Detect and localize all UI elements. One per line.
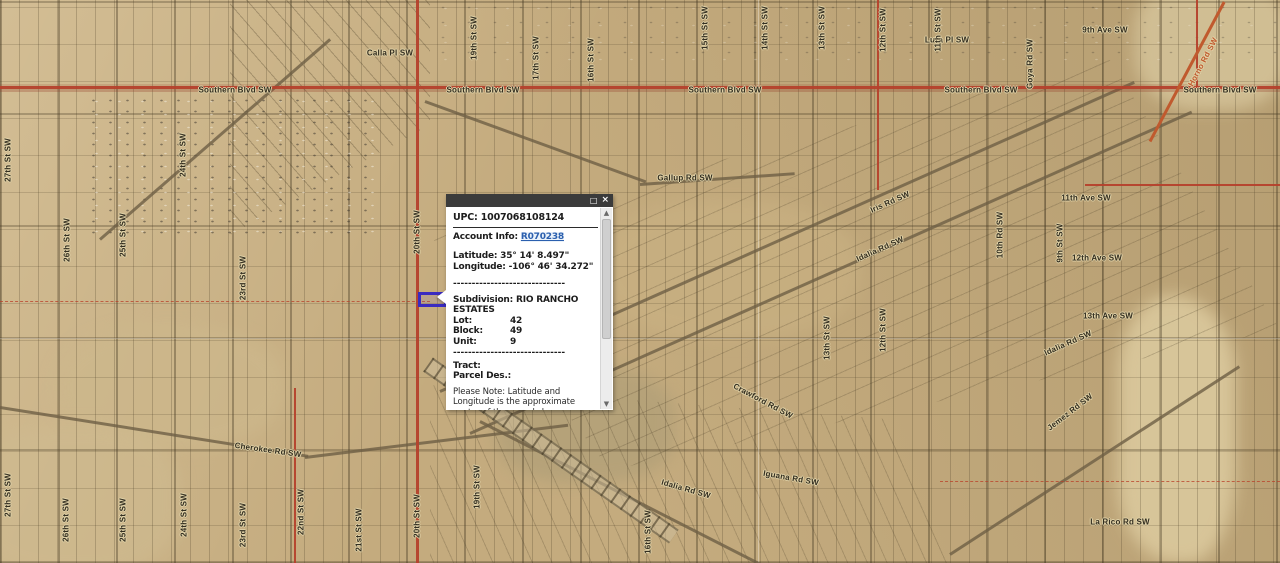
street-label: 17th St SW xyxy=(532,36,541,80)
street-label: Calla Pl SW xyxy=(367,49,413,58)
account-link[interactable]: R070238 xyxy=(521,232,564,242)
close-icon[interactable]: × xyxy=(601,196,609,205)
arterial-road xyxy=(416,0,419,563)
arterial-road xyxy=(1085,184,1280,186)
boundary-line xyxy=(294,388,296,563)
popup-body: UPC: 1007068108124 Account Info: R070238… xyxy=(446,207,613,410)
street-label: 21st St SW xyxy=(355,508,364,551)
street-label: 15th St SW xyxy=(701,6,710,50)
street-label: 25th St SW xyxy=(119,498,128,542)
latitude-value: Latitude: 35° 14' 8.497" xyxy=(453,251,598,262)
street-label: 10th Rd SW xyxy=(996,212,1005,258)
block-row: Block: 49 xyxy=(453,326,598,337)
street-label: 24th St SW xyxy=(179,133,188,177)
street-label: 19th St SW xyxy=(473,465,482,509)
street-label: 16th St SW xyxy=(587,38,596,82)
popup-note: Please Note: Latitude and Longitude is t… xyxy=(453,387,598,411)
street-label: 12th St SW xyxy=(879,308,888,352)
popup-titlebar[interactable]: □ × xyxy=(446,194,613,207)
account-info-label: Account Info: xyxy=(453,232,518,242)
street-label: 20th St SW xyxy=(413,210,422,254)
lot-label: Lot: xyxy=(453,316,510,327)
street-label: Gallup Rd SW xyxy=(657,174,712,183)
street-label: Southern Blvd SW xyxy=(945,86,1018,95)
street-label: 14th St SW xyxy=(761,6,770,50)
lot-row: Lot: 42 xyxy=(453,316,598,327)
street-label: 27th St SW xyxy=(4,138,13,182)
street-label: 27th St SW xyxy=(4,473,13,517)
street-label: La Rico Rd SW xyxy=(1090,518,1150,527)
street-label: Southern Blvd SW xyxy=(447,86,520,95)
street-label: Goya Rd SW xyxy=(1026,39,1035,89)
parcel-info-popup: □ × UPC: 1007068108124 Account Info: R07… xyxy=(446,194,613,410)
street-label: 13th Ave SW xyxy=(1083,312,1133,321)
section-line xyxy=(758,0,759,563)
street-label: 26th St SW xyxy=(62,498,71,542)
subdivision-value: Subdivision: RIO RANCHO ESTATES xyxy=(453,295,598,315)
scroll-up-icon[interactable]: ▲ xyxy=(601,208,612,218)
scroll-down-icon[interactable]: ▼ xyxy=(601,399,612,409)
street-label: 23rd St SW xyxy=(239,503,248,547)
unit-row: Unit: 9 xyxy=(453,337,598,348)
street-label: 13th St SW xyxy=(823,316,832,360)
tract-label: Tract: xyxy=(453,361,598,372)
street-label: 9th Ave SW xyxy=(1082,26,1127,35)
southern-blvd-road xyxy=(0,86,1280,89)
street-label: Southern Blvd SW xyxy=(199,86,272,95)
street-label: 12th Ave SW xyxy=(1072,254,1122,263)
unit-value: 9 xyxy=(510,337,516,348)
map[interactable]: □ × UPC: 1007068108124 Account Info: R07… xyxy=(0,0,1280,563)
lot-value: 42 xyxy=(510,316,522,327)
street-label: 25th St SW xyxy=(119,213,128,257)
popup-scrollbar[interactable]: ▲ ▼ xyxy=(600,208,612,409)
longitude-value: Longitude: -106° 46' 34.272" xyxy=(453,262,598,273)
street-label: 11th St SW xyxy=(934,8,943,51)
street-label: 9th St SW xyxy=(1056,223,1065,262)
block-value: 49 xyxy=(510,326,522,337)
street-label: 22nd St SW xyxy=(297,489,306,535)
popup-pointer xyxy=(437,290,446,304)
street-label: Lura Pl SW xyxy=(925,36,969,45)
upc-value: UPC: 1007068108124 xyxy=(453,213,598,224)
street-label: 26th St SW xyxy=(63,218,72,262)
building-specks xyxy=(430,0,1280,62)
boundary-dashed-line xyxy=(940,481,1280,482)
unit-label: Unit: xyxy=(453,337,510,348)
parcel-des-label: Parcel Des.: xyxy=(453,371,598,382)
dashed-separator: ------------------------------ xyxy=(453,348,598,359)
scrollbar-thumb[interactable] xyxy=(602,219,611,339)
street-label: 12th St SW xyxy=(879,8,888,52)
street-label: 20th St SW xyxy=(413,494,422,538)
street-label: 19th St SW xyxy=(470,16,479,60)
street-label: 11th Ave SW xyxy=(1061,194,1111,203)
street-label: 23rd St SW xyxy=(239,256,248,300)
street-label: 16th St SW xyxy=(644,510,653,554)
block-label: Block: xyxy=(453,326,510,337)
street-label: 13th St SW xyxy=(818,6,827,50)
maximize-icon[interactable]: □ xyxy=(590,196,598,205)
divider-line xyxy=(453,227,598,228)
street-label: Southern Blvd SW xyxy=(689,86,762,95)
street-label: 24th St SW xyxy=(180,493,189,537)
boundary-dashed-line xyxy=(0,301,430,302)
dashed-separator: ------------------------------ xyxy=(453,279,598,290)
